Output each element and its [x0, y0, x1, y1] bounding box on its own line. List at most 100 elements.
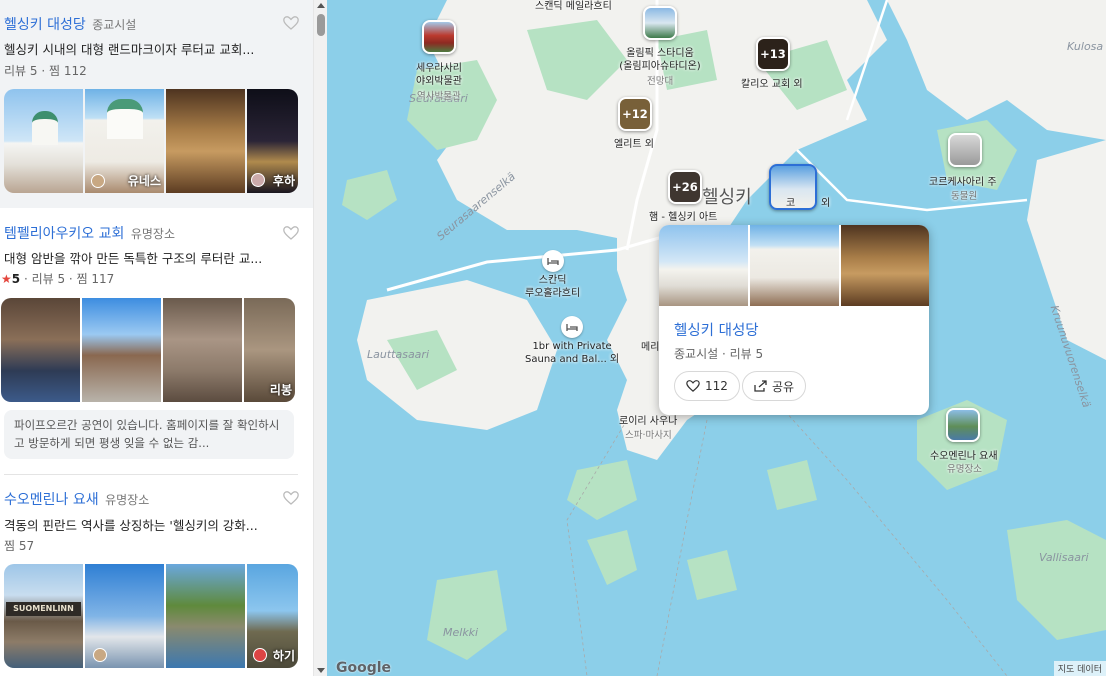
avatar [253, 648, 267, 662]
item-category: 유명장소 [105, 493, 150, 507]
photo-overlay-text: 유네스 [127, 174, 161, 188]
save-count: 찜 117 [76, 272, 115, 286]
avatar [251, 173, 265, 187]
marker-sub: 동물원 [951, 191, 978, 202]
place-label: Melkki [443, 626, 479, 639]
marker-label: 코 [786, 198, 796, 209]
list-scrollbar[interactable] [313, 0, 327, 676]
city-label: 헬싱키 [702, 187, 752, 208]
heart-icon[interactable] [283, 226, 299, 240]
photo[interactable]: 리봉 [244, 298, 295, 402]
popup-photo[interactable] [750, 225, 839, 306]
review-snippet[interactable]: 파이프오르간 공연이 있습니다. 홈페이지를 잘 확인하시고 방문하게 되면 평… [4, 410, 294, 459]
map-marker[interactable] [415, 20, 463, 56]
popup-photo[interactable] [841, 225, 929, 306]
marker-label: 스칸딕 루오홀라흐티 [525, 275, 581, 299]
item-category: 유명장소 [130, 227, 175, 241]
photo[interactable] [1, 298, 80, 402]
photo[interactable]: SUOMENLINN [4, 564, 83, 668]
photo[interactable] [166, 89, 245, 193]
lodging-marker[interactable]: 1br with Private Sauna and Bal... 외 [525, 316, 619, 366]
marker-label: 칼리오 교회 외 [741, 79, 803, 90]
map-data-credit[interactable]: 지도 데이터 [1053, 661, 1106, 676]
photo[interactable]: 하기 [247, 564, 298, 668]
marker-thumbnail: +13 [756, 37, 790, 71]
popup-photo[interactable] [659, 225, 748, 306]
scroll-up-arrow-icon[interactable] [317, 3, 325, 8]
photo[interactable] [163, 298, 242, 402]
list-item[interactable]: 템펠리아우키오 교회 유명장소 대형 암반을 깎아 만든 독특한 구조의 루터란… [0, 208, 313, 475]
photo[interactable] [82, 298, 161, 402]
marker-sub: 유명장소 [947, 464, 982, 475]
list-item[interactable]: 헬싱키 대성당 종교시설 헬싱키 시내의 대형 랜드마크이자 루터교 교회...… [0, 0, 313, 208]
photo[interactable]: 후하 [247, 89, 298, 193]
item-name[interactable]: 수오멘린나 요새 [4, 492, 99, 508]
avatar [93, 648, 107, 662]
marker-label: 스캔딕 메일라흐티 [535, 1, 612, 12]
share-button[interactable]: 공유 [742, 371, 807, 401]
photo-overlay-text: 리봉 [269, 383, 292, 397]
item-title: 수오멘린나 요새 유명장소 [4, 489, 149, 509]
map-marker[interactable] [947, 133, 983, 169]
sign: SUOMENLINN [6, 602, 81, 616]
marker-label: 햄 - 헬싱키 아트 [649, 212, 718, 223]
map-marker[interactable]: +13 [753, 37, 793, 73]
list-item[interactable]: 수오멘린나 요새 유명장소 격동의 핀란드 역사를 상징하는 '헬싱키의 강화.… [0, 476, 313, 676]
photo[interactable] [166, 564, 245, 668]
map-view[interactable]: Seurasaari Seurasaarenselkä Lauttasaari … [327, 0, 1106, 676]
marker-label: 로이리 사우나 [619, 416, 678, 427]
marker-thumbnail [643, 6, 677, 40]
photo-overlay-text: 후하 [272, 174, 295, 188]
scroll-down-arrow-icon[interactable] [317, 668, 325, 673]
photo-strip[interactable]: 유네스 후하 [4, 89, 298, 193]
photo-overlay-text: 하기 [272, 649, 295, 663]
heart-icon [686, 380, 700, 392]
save-count: 찜 112 [48, 64, 87, 78]
popup-meta: 종교시설 · 리뷰 5 [674, 347, 764, 361]
marker-label: 코르케사아리 주 [929, 177, 997, 188]
item-category: 종교시설 [92, 18, 137, 32]
item-meta: ★5 · 리뷰 5 · 찜 117 [1, 272, 115, 286]
avatar [91, 174, 105, 188]
photo[interactable]: 유네스 [85, 89, 164, 193]
photo[interactable] [85, 564, 164, 668]
marker-label: 수오멘린나 요새 [930, 451, 998, 462]
place-label: Vallisaari [1039, 551, 1089, 564]
marker-thumbnail [948, 133, 982, 167]
marker-sub: 역사박물관 [417, 91, 461, 102]
photo-strip[interactable]: SUOMENLINN 하기 [4, 564, 298, 668]
item-description: 격동의 핀란드 역사를 상징하는 '헬싱키의 강화... [4, 518, 258, 533]
map-marker[interactable] [945, 408, 981, 444]
marker-label: 엘리트 외 [614, 139, 654, 150]
marker-thumbnail [422, 20, 456, 54]
results-list: 헬싱키 대성당 종교시설 헬싱키 시내의 대형 랜드마크이자 루터교 교회...… [0, 0, 313, 676]
marker-label: 1br with Private Sauna and Bal... 외 [525, 341, 620, 365]
marker-label: 올림픽 스타디움 (올림피아슈타디온) [619, 48, 701, 72]
popup-title[interactable]: 헬싱키 대성당 [674, 319, 759, 340]
marker-thumbnail [946, 408, 980, 442]
item-description: 헬싱키 시내의 대형 랜드마크이자 루터교 교회... [4, 42, 255, 57]
heart-icon[interactable] [283, 491, 299, 505]
map-marker[interactable] [643, 6, 677, 42]
review-count: 리뷰 5 [4, 64, 38, 78]
review-count: 리뷰 5 [31, 272, 66, 286]
place-label: Lauttasaari [367, 348, 429, 361]
bed-icon [541, 250, 564, 272]
map-marker[interactable]: 스캔딕 메일라흐티 [535, 1, 612, 14]
like-button[interactable]: 112 [674, 371, 740, 401]
scrollbar-thumb[interactable] [317, 14, 325, 36]
marker-sub: 전망대 [647, 76, 674, 87]
heart-icon[interactable] [283, 16, 299, 30]
google-logo: Google [336, 660, 392, 676]
map-marker[interactable]: +12 [617, 97, 653, 133]
place-popup[interactable]: 헬싱키 대성당 종교시설 · 리뷰 5 112 공유 [659, 225, 929, 415]
item-name[interactable]: 헬싱키 대성당 [4, 17, 86, 33]
item-title: 템펠리아우키오 교회 유명장소 [4, 223, 175, 243]
photo-strip[interactable]: 리봉 [1, 298, 295, 402]
item-name[interactable]: 템펠리아우키오 교회 [4, 226, 124, 242]
lodging-marker[interactable]: 스칸딕 루오홀라흐티 [525, 250, 580, 300]
bed-icon [561, 316, 584, 338]
star-icon: ★ [1, 272, 12, 286]
map-marker[interactable]: +26 [667, 170, 703, 206]
photo[interactable] [4, 89, 83, 193]
